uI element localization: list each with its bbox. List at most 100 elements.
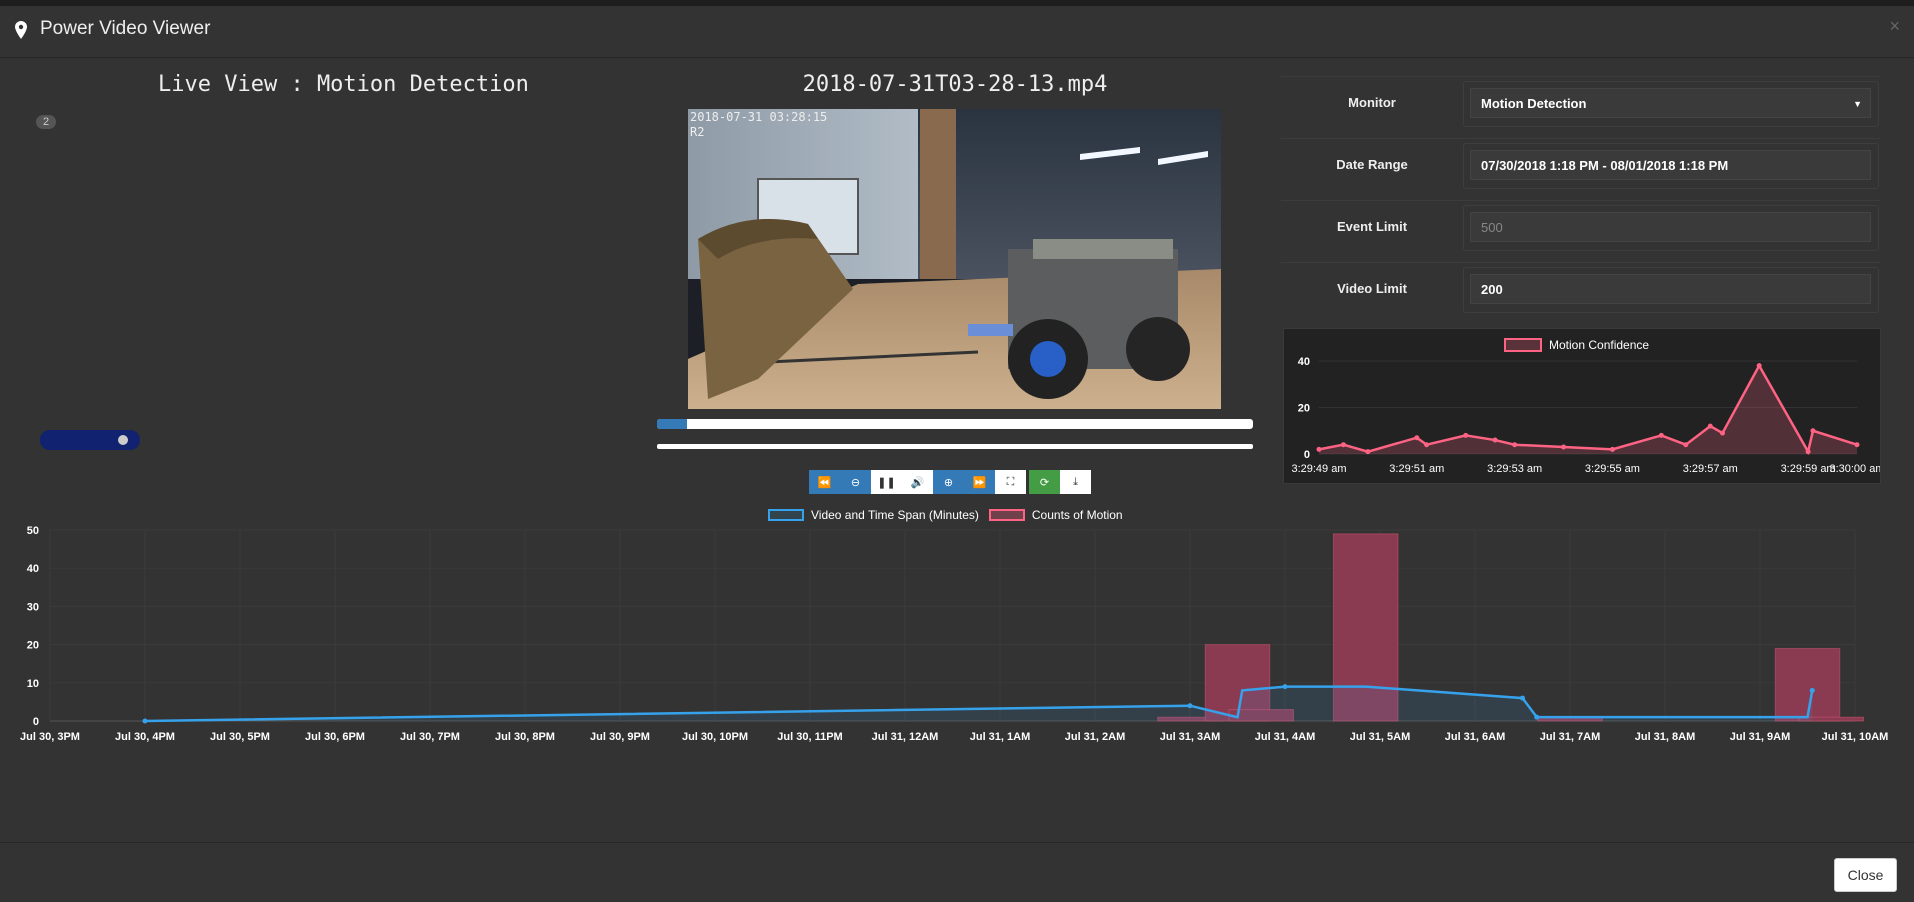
video-limit-input[interactable]: 200 <box>1470 274 1871 304</box>
confidence-point <box>1414 435 1420 441</box>
confidence-point <box>1340 442 1346 448</box>
confidence-point <box>1805 449 1811 455</box>
refresh-icon[interactable]: ⟳ <box>1029 470 1060 494</box>
mini-x-tick: 3:29:49 am <box>1291 463 1346 475</box>
confidence-point <box>1365 449 1371 455</box>
timeline-y-tick: 40 <box>27 563 39 575</box>
mini-y-tick: 40 <box>1298 356 1310 368</box>
video-span-point <box>1187 703 1193 709</box>
video-span-point <box>142 718 148 724</box>
video-camera-label: R2 <box>690 125 705 139</box>
video-limit-wrap: 200 <box>1463 267 1879 313</box>
volume-icon[interactable]: 🔊 <box>902 470 933 494</box>
event-limit-row: Event Limit 500 <box>1281 200 1880 253</box>
video-player[interactable]: 2018-07-31 03:28:15 R2 <box>688 109 1221 409</box>
legend-label-confidence: Motion Confidence <box>1549 338 1649 352</box>
video-span-point <box>1534 714 1540 720</box>
seek-back-icon[interactable]: ⊖ <box>840 470 871 494</box>
close-icon[interactable]: × <box>1889 16 1900 37</box>
monitor-select[interactable]: Motion Detection ▼ <box>1470 88 1871 118</box>
date-range-row: Date Range 07/30/2018 1:18 PM - 08/01/20… <box>1281 138 1880 191</box>
seek-forward-icon[interactable]: ⊕ <box>933 470 964 494</box>
confidence-point <box>1756 363 1762 369</box>
map-pin-icon <box>15 21 27 39</box>
timeline-x-tick: Jul 30, 7PM <box>400 731 460 743</box>
video-timestamp: 2018-07-31 03:28:15 <box>690 110 828 124</box>
close-button[interactable]: Close <box>1834 858 1897 892</box>
video-span-point <box>1520 695 1525 701</box>
monitor-select-wrap: Motion Detection ▼ <box>1463 81 1879 127</box>
motion-confidence-chart: Motion Confidence 40 20 0 3:29:49 am 3:29:51 … <box>1283 328 1881 484</box>
timeline-x-tick: Jul 31, 6AM <box>1445 731 1506 743</box>
rewind-icon[interactable]: ⏪ <box>809 470 840 494</box>
event-limit-input[interactable]: 500 <box>1470 212 1871 242</box>
date-range-wrap: 07/30/2018 1:18 PM - 08/01/2018 1:18 PM <box>1463 143 1879 189</box>
timeline-x-tick: Jul 30, 3PM <box>20 731 80 743</box>
mini-x-tick: 3:29:53 am <box>1487 463 1542 475</box>
video-span-area <box>145 686 1813 721</box>
date-range-label: Date Range <box>1336 157 1408 172</box>
timeline-x-tick: Jul 30, 11PM <box>777 731 842 743</box>
modal-header: Power Video Viewer × <box>0 6 1914 58</box>
timeline-x-tick: Jul 31, 1AM <box>970 731 1031 743</box>
timeline-x-tick: Jul 31, 5AM <box>1350 731 1411 743</box>
timeline-x-tick: Jul 30, 6PM <box>305 731 365 743</box>
video-limit-label: Video Limit <box>1337 281 1407 296</box>
timeline-x-tick: Jul 30, 8PM <box>495 731 555 743</box>
confidence-point <box>1561 444 1567 450</box>
confidence-area <box>1319 365 1857 454</box>
timeline-x-tick: Jul 30, 9PM <box>590 731 650 743</box>
date-range-input[interactable]: 07/30/2018 1:18 PM - 08/01/2018 1:18 PM <box>1470 150 1871 180</box>
video-progress-bar[interactable] <box>657 419 1253 429</box>
power-video-viewer-modal: Power Video Viewer × Live View : Motion … <box>0 6 1914 902</box>
monitor-row: Monitor Motion Detection ▼ <box>1281 76 1880 129</box>
toggle-knob[interactable] <box>118 435 128 445</box>
confidence-point <box>1316 446 1322 452</box>
timeline-x-tick: Jul 31, 3AM <box>1160 731 1221 743</box>
timeline-x-tick: Jul 31, 4AM <box>1255 731 1316 743</box>
monitor-label: Monitor <box>1348 95 1396 110</box>
video-filename: 2018-07-31T03-28-13.mp4 <box>802 72 1108 97</box>
confidence-point <box>1854 442 1860 448</box>
timeline-x-tick: Jul 31, 7AM <box>1540 731 1601 743</box>
confidence-point <box>1463 432 1469 438</box>
confidence-point <box>1810 428 1816 434</box>
fullscreen-icon[interactable]: ⛶ <box>995 470 1026 494</box>
timeline-x-tick: Jul 30, 10PM <box>682 731 748 743</box>
monitor-select-value: Motion Detection <box>1481 96 1587 111</box>
confidence-point <box>1720 430 1725 436</box>
timeline-y-tick: 50 <box>27 525 39 537</box>
count-badge: 2 <box>36 115 57 129</box>
timeline-x-tick: Jul 31, 10AM <box>1822 731 1889 743</box>
timeline-x-tick: Jul 31, 8AM <box>1635 731 1696 743</box>
mini-y-tick: 20 <box>1298 403 1310 415</box>
video-span-point <box>1809 687 1815 693</box>
video-frame-image <box>688 109 1221 409</box>
mini-x-tick: 3:29:55 am <box>1585 463 1640 475</box>
confidence-point <box>1492 437 1498 443</box>
video-span-point <box>1282 684 1288 690</box>
fast-forward-icon[interactable]: ⏩ <box>964 470 995 494</box>
event-limit-label: Event Limit <box>1336 219 1408 234</box>
confidence-point <box>1707 423 1713 429</box>
modal-footer-divider <box>0 842 1914 843</box>
mini-x-tick: 3:29:51 am <box>1389 463 1444 475</box>
timeline-x-tick: Jul 30, 4PM <box>115 731 175 743</box>
player-controls: ⏪ ⊖ ❚❚ 🔊 ⊕ ⏩ ⛶ ⟳ ⤓ <box>809 470 1091 494</box>
confidence-point <box>1683 442 1689 448</box>
live-toggle-switch[interactable] <box>40 430 140 450</box>
download-icon[interactable]: ⤓ <box>1060 470 1091 494</box>
timeline-x-tick: Jul 31, 2AM <box>1065 731 1126 743</box>
timeline-y-tick: 20 <box>27 640 39 652</box>
pause-icon[interactable]: ❚❚ <box>871 470 902 494</box>
dropdown-caret-icon: ▼ <box>1853 99 1862 109</box>
mini-x-tick: 3:29:59 am <box>1781 463 1836 475</box>
progress-fill <box>657 419 687 429</box>
confidence-point <box>1512 442 1518 448</box>
seek-bar[interactable] <box>657 444 1253 449</box>
video-limit-row: Video Limit 200 <box>1281 262 1880 315</box>
confidence-point <box>1658 432 1664 438</box>
timeline-x-tick: Jul 31, 12AM <box>872 731 939 743</box>
event-limit-wrap: 500 <box>1463 205 1879 251</box>
mini-x-tick: 3:29:57 am <box>1683 463 1738 475</box>
